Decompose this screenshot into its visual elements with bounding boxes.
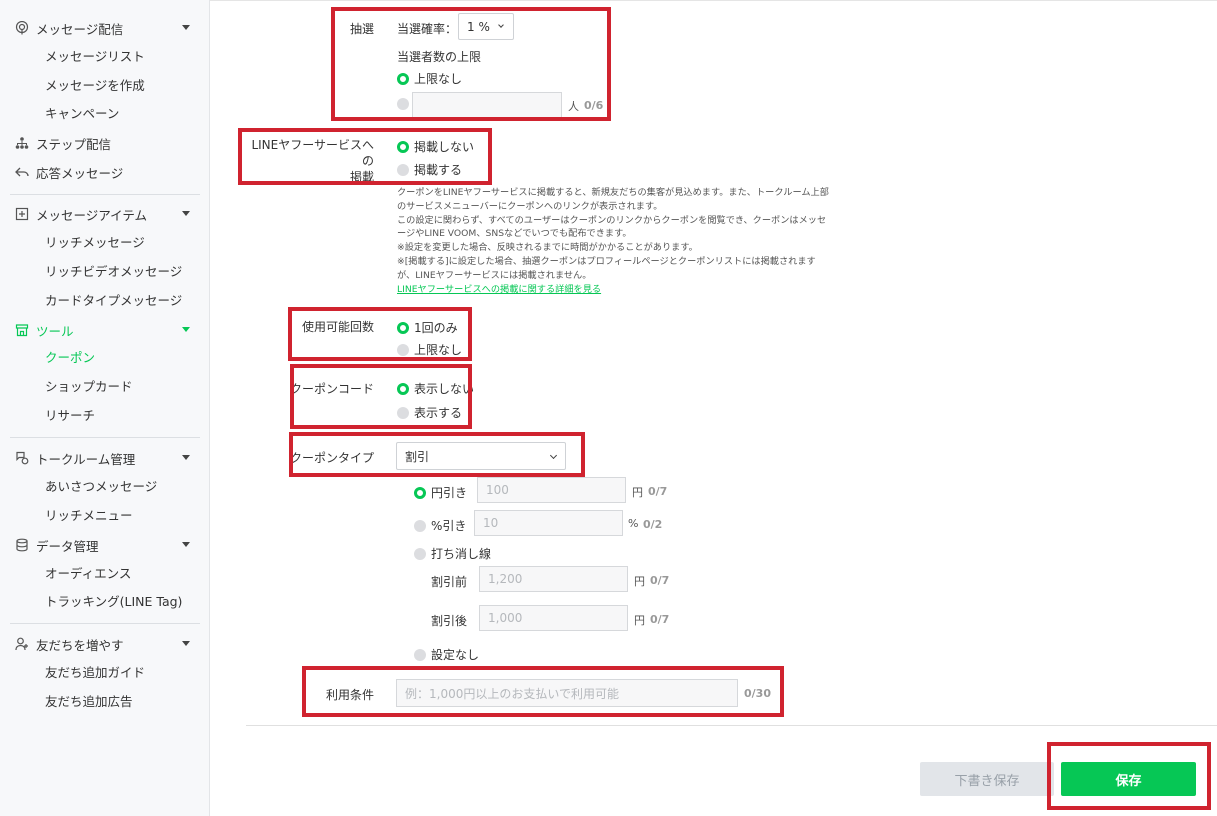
radio-label: 円引き — [431, 486, 468, 500]
sidebar-section-message-delivery[interactable]: メッセージ配信 — [14, 17, 196, 39]
chevron-down-icon — [182, 641, 190, 646]
plus-box-icon — [14, 206, 30, 222]
radio-unselected-icon — [414, 547, 426, 560]
step-icon — [14, 135, 30, 151]
chat-settings-icon — [14, 450, 30, 466]
highlight-box — [288, 307, 472, 361]
sidebar-item-tracking[interactable]: トラッキング(LINE Tag) — [45, 592, 182, 612]
chevron-down-icon — [182, 327, 190, 332]
percent-unit: % — [628, 517, 639, 530]
chevron-down-icon — [182, 25, 190, 30]
radio-strikethrough[interactable]: 打ち消し線 — [414, 545, 491, 562]
sidebar-section-tools[interactable]: ツール — [14, 319, 196, 341]
sidebar-section-label: 友だちを増やす — [36, 637, 124, 653]
radio-label: 設定なし — [431, 648, 480, 662]
after-price-count: 0/7 — [650, 613, 670, 626]
sidebar-item-add-friend-ads[interactable]: 友だち追加広告 — [45, 692, 133, 712]
sidebar-item-rich-video-message[interactable]: リッチビデオメッセージ — [45, 262, 182, 282]
sidebar-item-shop-card[interactable]: ショップカード — [45, 377, 133, 397]
yen-unit: 円 — [632, 486, 643, 499]
radio-percent-off[interactable]: %引き — [414, 517, 466, 534]
sidebar-section-label: ツール — [36, 323, 74, 339]
radio-yen-off[interactable]: 円引き — [414, 484, 467, 501]
radio-unselected-icon — [414, 648, 426, 661]
highlight-box — [331, 7, 611, 121]
highlight-box — [289, 432, 585, 477]
database-icon — [14, 537, 30, 553]
store-icon — [14, 322, 30, 338]
sidebar-item-create-message[interactable]: メッセージを作成 — [45, 76, 145, 96]
description-line: ージやLINE VOOM、SNSなどでいつでも配布できます。 — [397, 228, 632, 240]
description-line: ※[掲載する]に設定した場合、抽選クーポンはプロフィールページとクーポンリストに… — [397, 255, 816, 267]
sidebar-item-campaign[interactable]: キャンペーン — [45, 104, 119, 124]
listing-details-link[interactable]: LINEヤフーサービスへの掲載に関する詳細を見る — [397, 283, 837, 297]
description-line: が、LINEヤフーサービスには掲載されません。 — [397, 269, 592, 281]
sidebar-item-rich-message[interactable]: リッチメッセージ — [45, 233, 145, 253]
highlight-box — [1047, 742, 1211, 810]
description-line: クーポンをLINEヤフーサービスに掲載すると、新規友だちの集客が見込めます。また… — [397, 187, 829, 198]
before-price-label: 割引前 — [431, 575, 468, 589]
chevron-down-icon — [182, 542, 190, 547]
radio-no-setting[interactable]: 設定なし — [414, 646, 479, 663]
sidebar-section-chat-room[interactable]: トークルーム管理 — [14, 447, 196, 469]
top-border — [210, 0, 1217, 1]
sidebar-divider — [10, 623, 200, 624]
sidebar-item-message-list[interactable]: メッセージリスト — [45, 47, 145, 67]
highlight-box — [302, 666, 784, 717]
reply-icon — [14, 164, 30, 180]
chevron-down-icon — [182, 455, 190, 460]
before-price-input[interactable]: 1,200 — [479, 566, 628, 592]
radio-label: 打ち消し線 — [431, 547, 492, 561]
listing-description: クーポンをLINEヤフーサービスに掲載すると、新規友だちの集客が見込めます。また… — [397, 186, 837, 296]
sidebar-section-label: ステップ配信 — [36, 136, 112, 152]
save-draft-button[interactable]: 下書き保存 — [920, 762, 1054, 796]
percent-off-count: 0/2 — [643, 518, 663, 531]
sidebar-section-data[interactable]: データ管理 — [14, 534, 196, 556]
sidebar-section-auto-reply[interactable]: 応答メッセージ — [14, 161, 196, 183]
sidebar-divider — [10, 194, 200, 195]
coupon-form: 抽選 当選確率： 1 % 当選者数の上限 上限なし 人 0/6 LINEヤフーサ… — [210, 0, 1217, 816]
before-unit: 円 — [634, 575, 645, 588]
description-line: ※設定を変更した場合、反映されるまでに時間がかかることがあります。 — [397, 242, 698, 254]
sidebar-item-add-friend-guide[interactable]: 友だち追加ガイド — [45, 663, 145, 683]
highlight-box — [290, 364, 472, 429]
section-divider — [246, 725, 1217, 726]
sidebar-divider — [10, 437, 200, 438]
radio-selected-icon — [414, 486, 426, 499]
sidebar: メッセージ配信 メッセージリスト メッセージを作成 キャンペーン ステップ配信 … — [0, 0, 210, 816]
percent-off-input[interactable]: 10 — [474, 510, 623, 536]
yen-off-count: 0/7 — [648, 485, 668, 498]
yen-off-input[interactable]: 100 — [477, 477, 626, 503]
sidebar-section-label: メッセージ配信 — [36, 21, 124, 37]
sidebar-section-message-items[interactable]: メッセージアイテム — [14, 203, 196, 225]
description-line: この設定に関わらず、すべてのユーザーはクーポンのリンクからクーポンを閲覧でき、ク… — [397, 214, 827, 226]
add-friend-icon — [14, 636, 30, 652]
sidebar-section-add-friends[interactable]: 友だちを増やす — [14, 633, 196, 655]
sidebar-item-greeting-message[interactable]: あいさつメッセージ — [45, 477, 157, 497]
after-price-label: 割引後 — [431, 614, 468, 628]
sidebar-item-audience[interactable]: オーディエンス — [45, 564, 131, 584]
after-unit: 円 — [634, 614, 645, 627]
description-line: のサービスメニューバーにクーポンへのリンクが表示されます。 — [397, 200, 663, 212]
sidebar-item-coupon[interactable]: クーポン — [45, 348, 95, 368]
sidebar-section-label: データ管理 — [36, 538, 99, 554]
sidebar-section-step-delivery[interactable]: ステップ配信 — [14, 132, 196, 154]
broadcast-icon — [14, 20, 30, 36]
before-price-count: 0/7 — [650, 574, 670, 587]
sidebar-item-rich-menu[interactable]: リッチメニュー — [45, 506, 133, 526]
sidebar-item-card-type-message[interactable]: カードタイプメッセージ — [45, 291, 182, 311]
sidebar-item-research[interactable]: リサーチ — [45, 406, 95, 426]
radio-label: %引き — [431, 519, 467, 533]
sidebar-section-label: トークルーム管理 — [36, 451, 136, 467]
after-price-input[interactable]: 1,000 — [479, 605, 628, 631]
radio-unselected-icon — [414, 519, 426, 532]
chevron-down-icon — [182, 211, 190, 216]
sidebar-section-label: 応答メッセージ — [36, 165, 124, 181]
sidebar-section-label: メッセージアイテム — [36, 207, 148, 223]
highlight-box — [238, 128, 492, 185]
